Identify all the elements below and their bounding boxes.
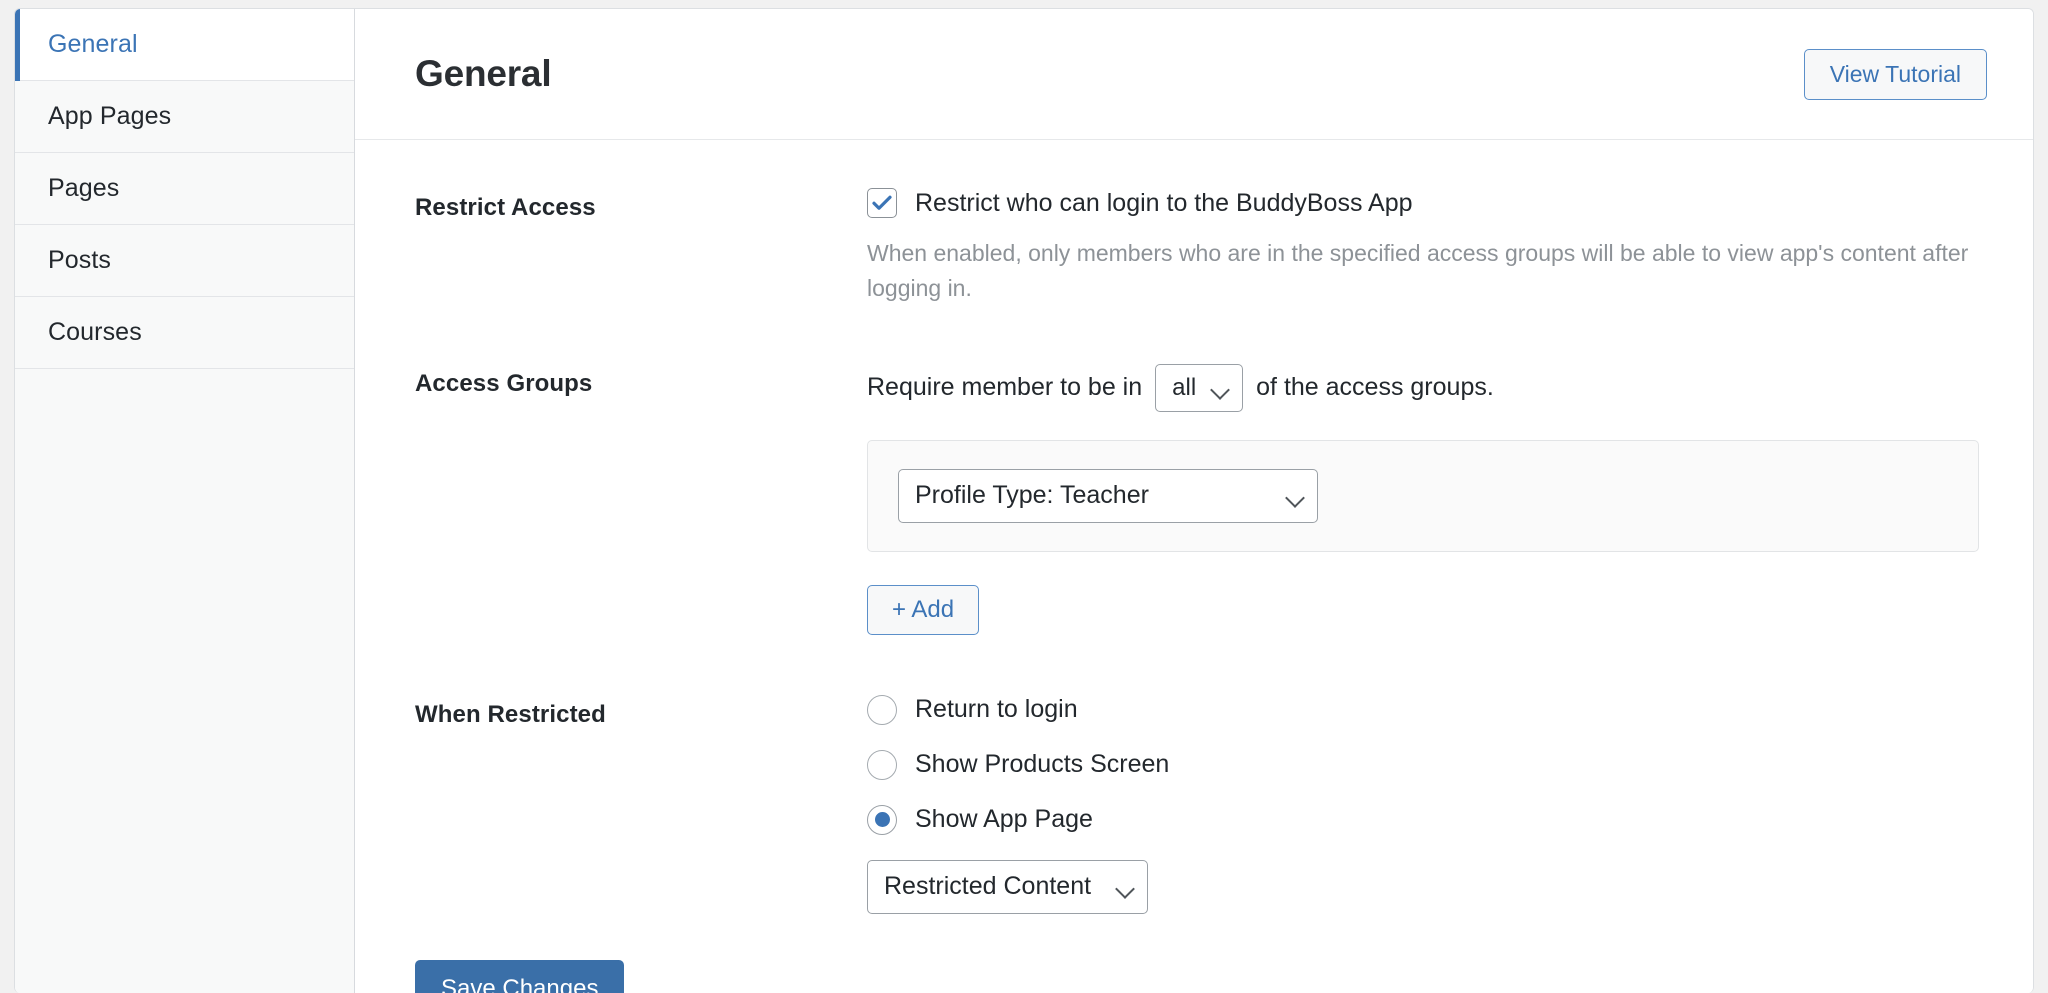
sidebar-item-general[interactable]: General [15, 9, 354, 81]
sidebar-item-label: Posts [48, 246, 111, 275]
restrict-access-checkbox-line[interactable]: Restrict who can login to the BuddyBoss … [867, 188, 1987, 218]
restrict-access-label: Restrict Access [415, 188, 867, 222]
access-groups-field: Require member to be in all of the acces… [867, 364, 1987, 635]
page-header: General View Tutorial [355, 9, 2033, 140]
sidebar-item-app-pages[interactable]: App Pages [15, 81, 354, 153]
sidebar-item-courses[interactable]: Courses [15, 297, 354, 369]
radio-unchecked-icon[interactable] [867, 695, 897, 725]
page-title: General [415, 53, 551, 95]
restrict-access-field: Restrict who can login to the BuddyBoss … [867, 188, 1987, 306]
radio-label: Return to login [915, 695, 1078, 724]
access-groups-sentence-prefix: Require member to be in [867, 373, 1142, 402]
access-groups-sentence: Require member to be in all of the acces… [867, 364, 1987, 412]
radio-checked-icon[interactable] [867, 805, 897, 835]
settings-sidebar: General App Pages Pages Posts Courses [15, 9, 355, 993]
sidebar-item-label: General [48, 30, 138, 59]
radio-label: Show Products Screen [915, 750, 1169, 779]
chevron-down-icon [1115, 879, 1135, 899]
access-groups-row: Access Groups Require member to be in al… [415, 364, 1987, 635]
sidebar-item-label: Pages [48, 174, 119, 203]
radio-return-to-login[interactable]: Return to login [867, 695, 1987, 725]
settings-form: Restrict Access Restrict who can login t… [355, 140, 2033, 993]
radio-unchecked-icon[interactable] [867, 750, 897, 780]
sidebar-item-posts[interactable]: Posts [15, 225, 354, 297]
radio-show-app-page[interactable]: Show App Page [867, 805, 1987, 835]
sidebar-item-label: App Pages [48, 102, 171, 131]
chevron-down-icon [1210, 380, 1230, 400]
settings-main-panel: General View Tutorial Restrict Access Re… [355, 9, 2033, 993]
settings-window: General App Pages Pages Posts Courses Ge… [14, 8, 2034, 993]
when-restricted-row: When Restricted Return to login Show Pro… [415, 695, 1987, 914]
access-groups-sentence-suffix: of the access groups. [1256, 373, 1494, 402]
restrict-access-checkbox-label: Restrict who can login to the BuddyBoss … [915, 189, 1413, 218]
sidebar-item-label: Courses [48, 318, 142, 347]
match-type-value: all [1172, 374, 1196, 402]
app-page-value: Restricted Content [884, 872, 1091, 901]
add-access-group-button[interactable]: + Add [867, 585, 979, 635]
match-type-select[interactable]: all [1155, 364, 1243, 412]
save-changes-button[interactable]: Save Changes [415, 960, 624, 993]
sidebar-item-pages[interactable]: Pages [15, 153, 354, 225]
view-tutorial-button[interactable]: View Tutorial [1804, 49, 1987, 100]
when-restricted-label: When Restricted [415, 695, 867, 729]
restrict-access-help-text: When enabled, only members who are in th… [867, 236, 1987, 306]
app-page-select[interactable]: Restricted Content [867, 860, 1148, 914]
chevron-down-icon [1285, 488, 1305, 508]
restrict-access-row: Restrict Access Restrict who can login t… [415, 188, 1987, 306]
when-restricted-field: Return to login Show Products Screen Sho… [867, 695, 1987, 914]
radio-label: Show App Page [915, 805, 1093, 834]
radio-show-products-screen[interactable]: Show Products Screen [867, 750, 1987, 780]
access-groups-label: Access Groups [415, 364, 867, 398]
access-group-panel: Profile Type: Teacher [867, 440, 1979, 552]
access-group-select[interactable]: Profile Type: Teacher [898, 469, 1318, 523]
sidebar-empty-area [15, 369, 354, 993]
checkbox-checked-icon[interactable] [867, 188, 897, 218]
access-group-value: Profile Type: Teacher [915, 481, 1149, 510]
